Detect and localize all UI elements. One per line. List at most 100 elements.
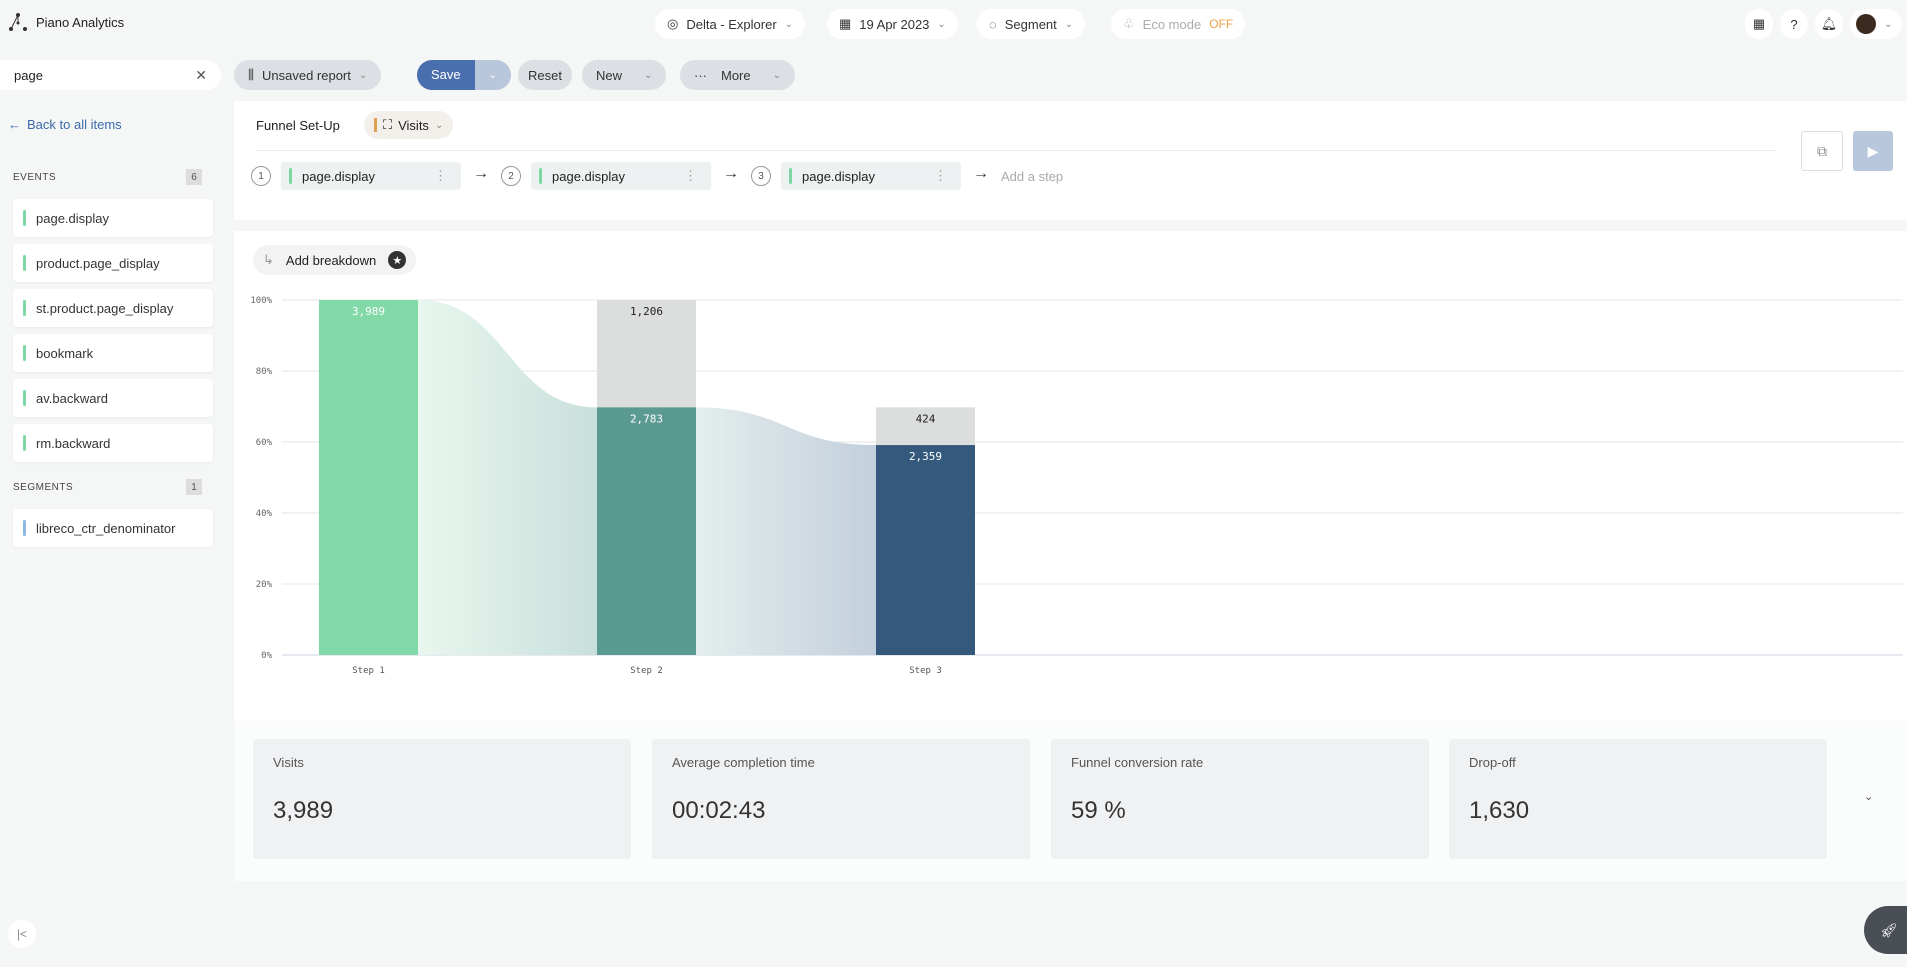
visits-icon: ⛶ [383, 117, 393, 132]
breakdown-label: Add breakdown [285, 252, 377, 268]
help-button[interactable]: ? [1780, 9, 1808, 39]
value-label: 2,359 [909, 450, 942, 463]
add-breakdown-button[interactable]: ↳ Add breakdown ★ [253, 245, 417, 275]
step-label: page.display [802, 168, 875, 184]
save-options-button[interactable]: ⌄ [474, 60, 511, 90]
flow-area [696, 407, 876, 655]
y-tick-label: 20% [256, 580, 273, 590]
segment-selector[interactable]: ◌ Segment ⌄ [977, 9, 1086, 39]
funnel-chart: 0% 20% 40% 60% 80% 100% 3,989 Step 1 1,206 2,783 S… [250, 296, 1903, 676]
back-label: Back to all items [27, 117, 122, 132]
list-item[interactable]: av.backward [13, 379, 213, 417]
rocket-icon: 🚀︎ [1880, 921, 1898, 938]
whats-new-button[interactable]: 🚀︎ [1864, 906, 1907, 954]
app-name: Piano Analytics [36, 14, 125, 30]
new-label: New [596, 67, 623, 83]
segments-heading: SEGMENTS [13, 482, 74, 493]
more-label: More [721, 67, 751, 83]
date-label: 19 Apr 2023 [859, 16, 930, 32]
funnel-step[interactable]: page.display ⋮ [531, 162, 711, 190]
kpi-title: Average completion time [672, 755, 815, 770]
kpi-card-drop-off: Drop-off 1,630 [1449, 739, 1827, 859]
site-selector[interactable]: ◎ Delta - Explorer ⌄ [655, 9, 806, 39]
kpi-card-visits: Visits 3,989 [253, 739, 631, 859]
reset-button[interactable]: Reset [518, 60, 572, 90]
x-tick-label: Step 2 [630, 666, 663, 676]
save-button[interactable]: Save [417, 60, 475, 90]
step-bar [876, 445, 975, 655]
piano-logo-icon [9, 13, 27, 31]
expand-kpis-chevron-icon[interactable]: ⌄ [1864, 790, 1873, 803]
more-vertical-icon[interactable]: ⋮ [934, 168, 947, 184]
more-vertical-icon[interactable]: ⋮ [434, 168, 447, 184]
kpi-title: Visits [273, 755, 304, 770]
more-button[interactable]: ··· More ⌄ [680, 60, 796, 90]
metric-selector[interactable]: ⛶ Visits ⌄ [364, 111, 454, 139]
step-bar [319, 300, 418, 655]
list-item[interactable]: st.product.page_display [13, 289, 213, 327]
clear-search-icon[interactable]: ✕ [195, 67, 207, 84]
y-tick-label: 100% [250, 296, 272, 306]
item-label: rm.backward [36, 435, 111, 451]
list-item[interactable]: product.page_display [13, 244, 213, 282]
arrow-right-icon: → [723, 165, 739, 182]
report-menu[interactable]: ⫼ Unsaved report ⌄ [234, 60, 382, 90]
eco-mode-toggle[interactable]: ♧ Eco mode OFF [1111, 9, 1246, 39]
chevron-down-icon: ⌄ [644, 69, 653, 81]
value-label: 2,783 [630, 412, 663, 425]
logo[interactable]: Piano Analytics [8, 12, 124, 32]
arrow-right-icon: → [473, 165, 489, 182]
add-step-button[interactable]: Add a step [1001, 169, 1063, 184]
kpi-card-completion-time: Average completion time 00:02:43 [652, 739, 1030, 859]
y-tick-label: 60% [256, 438, 273, 448]
breakdown-icon: ↳ [263, 252, 274, 267]
chevron-down-icon: ⌄ [1884, 18, 1893, 30]
step-number: 2 [501, 166, 521, 186]
kpi-value: 59 % [1071, 797, 1126, 824]
arrow-left-icon: ← [8, 117, 21, 132]
y-tick-label: 80% [256, 367, 273, 377]
list-item[interactable]: bookmark [13, 334, 213, 372]
chevron-down-icon: ⌄ [434, 119, 444, 131]
item-label: st.product.page_display [36, 300, 174, 316]
funnel-step[interactable]: page.display ⋮ [781, 162, 961, 190]
chevron-down-icon: ⌄ [1064, 18, 1074, 30]
more-vertical-icon[interactable]: ⋮ [684, 168, 697, 184]
back-link[interactable]: ← Back to all items [8, 117, 122, 132]
funnel-step[interactable]: page.display ⋮ [281, 162, 461, 190]
list-item[interactable]: rm.backward [13, 424, 213, 462]
notifications-button[interactable]: 🔔︎ [1815, 9, 1843, 39]
step-label: page.display [302, 168, 375, 184]
save-split-button[interactable]: Save ⌄ [417, 60, 511, 90]
step-number: 1 [251, 166, 271, 186]
item-label: bookmark [36, 345, 94, 361]
globe-icon: ◎ [667, 16, 679, 31]
flow-area [418, 300, 597, 655]
calendar-icon: ▦ [839, 16, 852, 31]
duplicate-button[interactable]: ⧉ [1801, 131, 1843, 171]
drop-off-label: 1,206 [630, 305, 663, 318]
collapse-sidebar-button[interactable]: |< [8, 920, 36, 948]
chevron-down-icon: ⌄ [937, 18, 946, 30]
list-item[interactable]: libreco_ctr_denominator [13, 509, 213, 547]
ellipsis-icon: ··· [694, 67, 707, 83]
segment-icon: ◌ [989, 16, 997, 32]
eco-state: OFF [1209, 17, 1234, 31]
run-button[interactable]: ▶ [1853, 131, 1893, 171]
eco-label: Eco mode [1142, 16, 1202, 32]
search-field[interactable]: page ✕ [0, 60, 221, 90]
date-selector[interactable]: ▦ 19 Apr 2023 ⌄ [827, 9, 958, 39]
apps-button[interactable]: ▦ [1745, 9, 1773, 39]
chart-icon: ⫼ [248, 67, 254, 82]
y-tick-label: 0% [261, 651, 272, 661]
chevron-down-icon: ⌄ [772, 69, 782, 81]
new-button[interactable]: New ⌄ [582, 60, 667, 90]
search-input[interactable]: page [14, 68, 43, 83]
drop-off-label: 424 [916, 412, 936, 425]
kpi-card-conversion: Funnel conversion rate 59 % [1051, 739, 1429, 859]
x-tick-label: Step 3 [909, 666, 942, 676]
star-icon: ★ [388, 251, 407, 269]
user-menu[interactable]: ⌄ [1850, 9, 1902, 39]
list-item[interactable]: page.display [13, 199, 213, 237]
step-bar [597, 407, 696, 655]
